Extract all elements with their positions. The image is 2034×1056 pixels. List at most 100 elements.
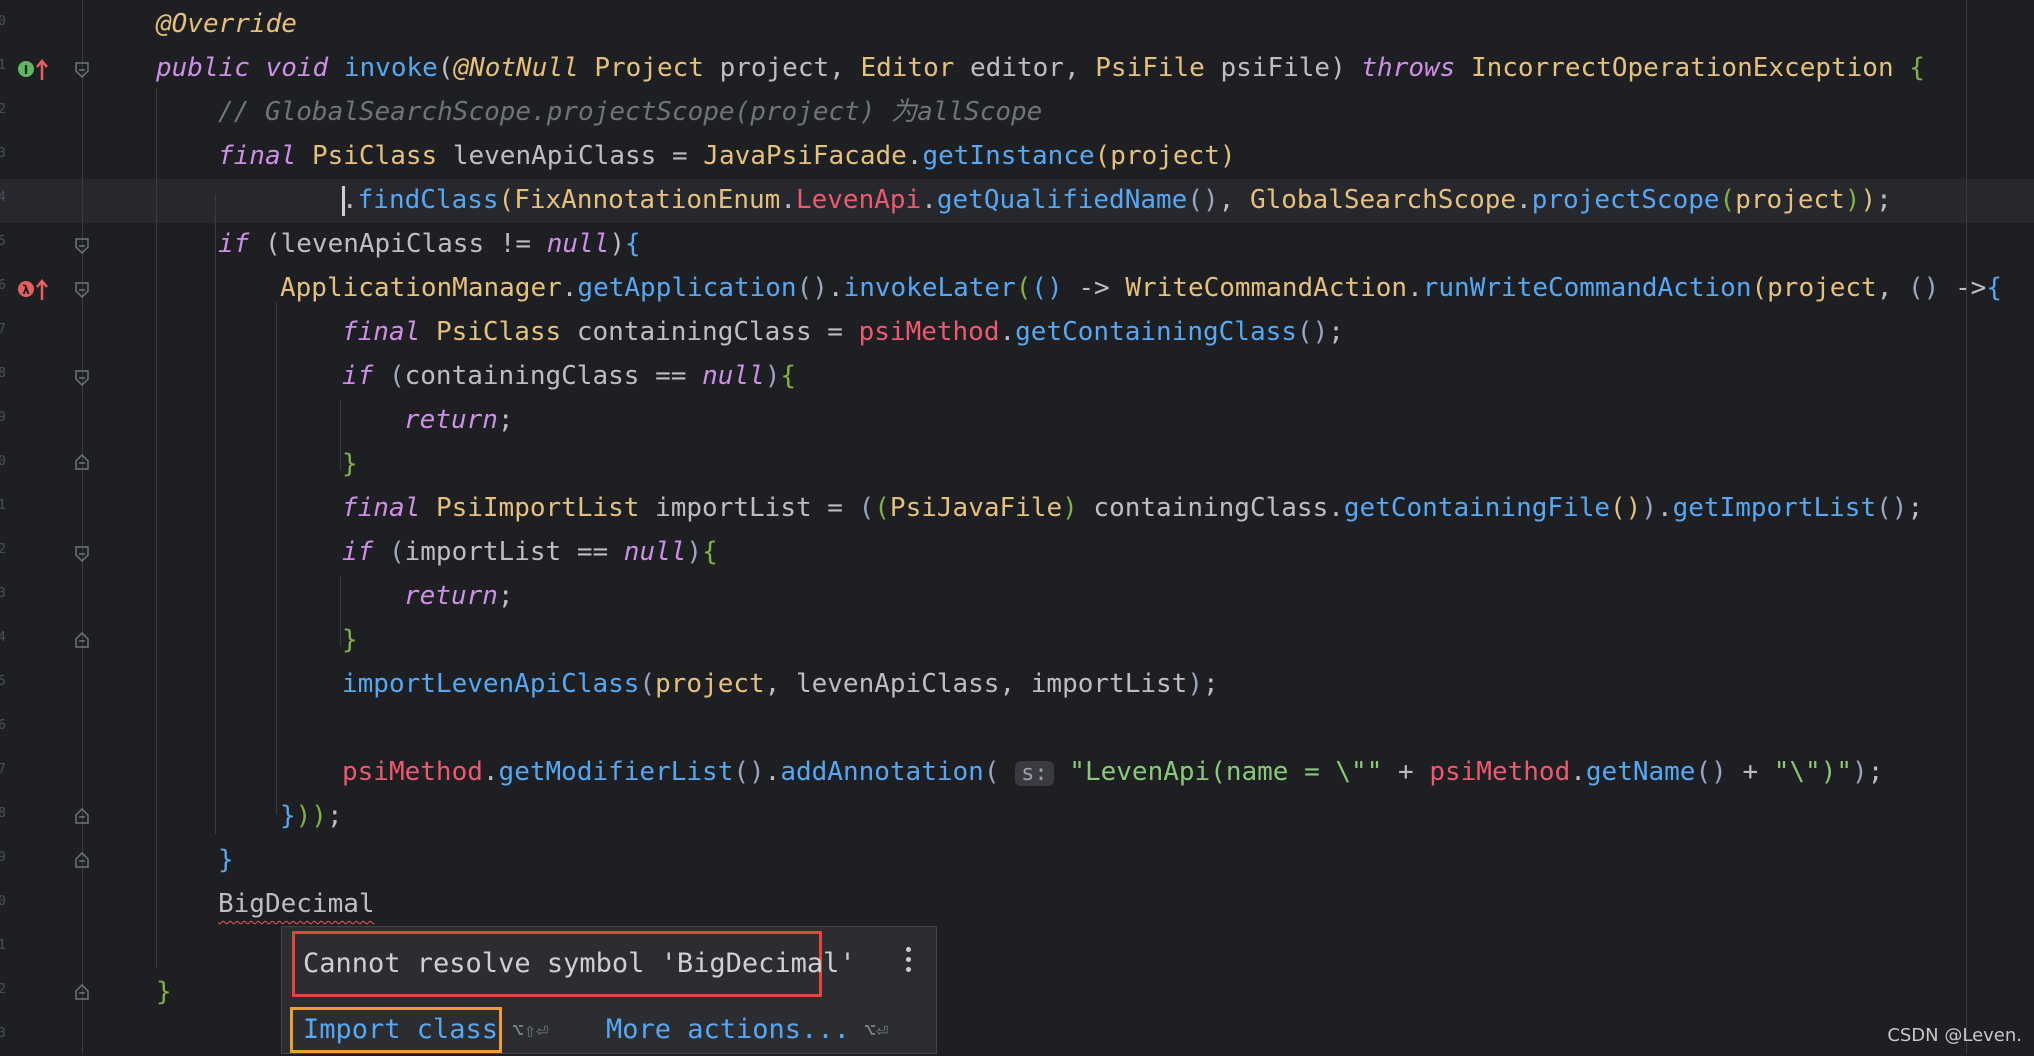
fold-close-icon[interactable]: [75, 984, 89, 1000]
type: FixAnnotationEnum: [514, 185, 781, 215]
paren: (: [388, 361, 405, 391]
code-line-12[interactable]: final PsiImportList importList = ((PsiJa…: [342, 486, 1923, 530]
lambda-navigate-icon[interactable]: λ: [16, 276, 48, 308]
implements-method-icon[interactable]: I: [16, 56, 48, 88]
variable: containingClass: [404, 361, 640, 391]
fold-close-icon[interactable]: [75, 454, 89, 470]
line-number: 1: [0, 498, 6, 513]
code-line-16[interactable]: importLevenApiClass(project, levenApiCla…: [342, 662, 1219, 706]
fold-close-icon[interactable]: [75, 852, 89, 868]
more-actions-button[interactable]: More actions...: [606, 1007, 850, 1053]
punct: ;: [1328, 317, 1344, 347]
code-line-18[interactable]: psiMethod.getModifierList().addAnnotatio…: [342, 750, 1883, 794]
keyword: null: [546, 229, 610, 259]
keyword: final: [342, 317, 421, 347]
keyword: null: [623, 537, 687, 567]
code-editor[interactable]: 0 1 2 3 4 5 6 7 8 9 0 1 2 3 4 5 6 7 8 9 …: [0, 0, 2034, 1054]
parameter-hint: s:: [1015, 761, 1054, 786]
code-line-9[interactable]: if (containingClass == null){: [342, 354, 796, 398]
variable: levenApiClass: [280, 229, 485, 259]
paren: ): [1641, 493, 1657, 523]
operator: +: [1398, 757, 1414, 787]
code-line-23[interactable]: }: [156, 970, 172, 1014]
line-number: 8: [0, 366, 6, 381]
paren: (): [1610, 493, 1642, 523]
fold-close-icon[interactable]: [75, 808, 89, 824]
fold-open-icon[interactable]: [75, 238, 89, 254]
code-line-15[interactable]: }: [342, 618, 358, 662]
punct: .: [780, 185, 796, 215]
line-number: 6: [0, 718, 6, 733]
fold-open-icon[interactable]: [75, 546, 89, 562]
brace: }: [218, 845, 234, 875]
punct: ,: [1876, 273, 1893, 303]
punct: .: [1328, 493, 1344, 523]
paren: (: [858, 493, 875, 523]
type: WriteCommandAction: [1125, 273, 1408, 303]
method-name: invokeLater: [843, 273, 1016, 303]
fold-open-icon[interactable]: [75, 370, 89, 386]
method-name: addAnnotation: [780, 757, 984, 787]
argument: levenApiClass: [795, 669, 1000, 699]
punct: .: [764, 757, 781, 787]
code-line-19[interactable]: }));: [280, 794, 343, 838]
line-number-gutter: 0 1 2 3 4 5 6 7 8 9 0 1 2 3 4 5 6 7 8 9 …: [0, 0, 10, 1054]
code-line-21[interactable]: BigDecimal: [218, 882, 375, 926]
variable: importList: [655, 493, 812, 523]
code-line-6[interactable]: if (levenApiClass != null){: [218, 222, 641, 266]
line-number: 7: [0, 322, 6, 337]
variable: importList: [404, 537, 562, 567]
unresolved-symbol[interactable]: BigDecimal: [218, 889, 375, 919]
code-line-4[interactable]: final PsiClass levenApiClass = JavaPsiFa…: [218, 134, 1236, 178]
keyword: final: [342, 493, 421, 523]
paren: ): [1219, 141, 1236, 171]
punct: (: [437, 53, 454, 83]
indent-guide: [156, 88, 157, 968]
import-class-button[interactable]: Import class: [290, 1007, 502, 1053]
code-line-11[interactable]: }: [342, 442, 358, 486]
line-number: 7: [0, 762, 6, 777]
method-name: getName: [1585, 757, 1696, 787]
punct: ,: [1218, 185, 1235, 215]
fold-open-icon[interactable]: [75, 282, 89, 298]
method-name: getModifierList: [498, 757, 734, 787]
code-line-2[interactable]: public void invoke(@NotNull Project proj…: [156, 46, 1925, 90]
punct: .: [561, 273, 578, 303]
paren: ): [686, 537, 703, 567]
line-number: 5: [0, 234, 6, 249]
fold-open-icon[interactable]: [75, 62, 89, 78]
type: PsiClass: [311, 141, 438, 171]
code-line-7[interactable]: ApplicationManager.getApplication().invo…: [280, 266, 2002, 310]
field: LevenApi: [795, 185, 922, 215]
keyword: void: [265, 53, 329, 83]
more-options-icon[interactable]: [902, 947, 914, 981]
type: Project: [594, 53, 704, 83]
code-line-13[interactable]: if (importList == null){: [342, 530, 718, 574]
code-line-5[interactable]: .findClass(FixAnnotationEnum.LevenApi.ge…: [342, 178, 1892, 222]
code-line-10[interactable]: return;: [404, 398, 514, 442]
keyword: if: [342, 537, 374, 567]
brace: {: [1909, 53, 1925, 83]
line-number: 9: [0, 850, 6, 865]
param: editor: [970, 53, 1064, 83]
paren: )): [295, 801, 327, 831]
method-name: projectScope: [1531, 185, 1720, 215]
code-line-1[interactable]: @Override: [156, 2, 297, 46]
error-message: Cannot resolve symbol 'BigDecimal': [292, 931, 856, 997]
punct: .: [1516, 185, 1532, 215]
type: GlobalSearchScope: [1249, 185, 1517, 215]
code-line-8[interactable]: final PsiClass containingClass = psiMeth…: [342, 310, 1344, 354]
code-line-14[interactable]: return;: [404, 574, 514, 618]
operator: ->: [1955, 273, 1987, 303]
indent-guide: [276, 302, 277, 814]
code-line-20[interactable]: }: [218, 838, 234, 882]
punct: ;: [1876, 185, 1892, 215]
punct: ,: [999, 669, 1016, 699]
keyword: public: [156, 53, 250, 83]
paren: (: [1015, 273, 1032, 303]
code-line-3[interactable]: // GlobalSearchScope.projectScope(projec…: [218, 90, 1042, 134]
paren: ): [1852, 757, 1868, 787]
paren: (: [388, 537, 405, 567]
fold-close-icon[interactable]: [75, 632, 89, 648]
operator: =: [827, 317, 843, 347]
